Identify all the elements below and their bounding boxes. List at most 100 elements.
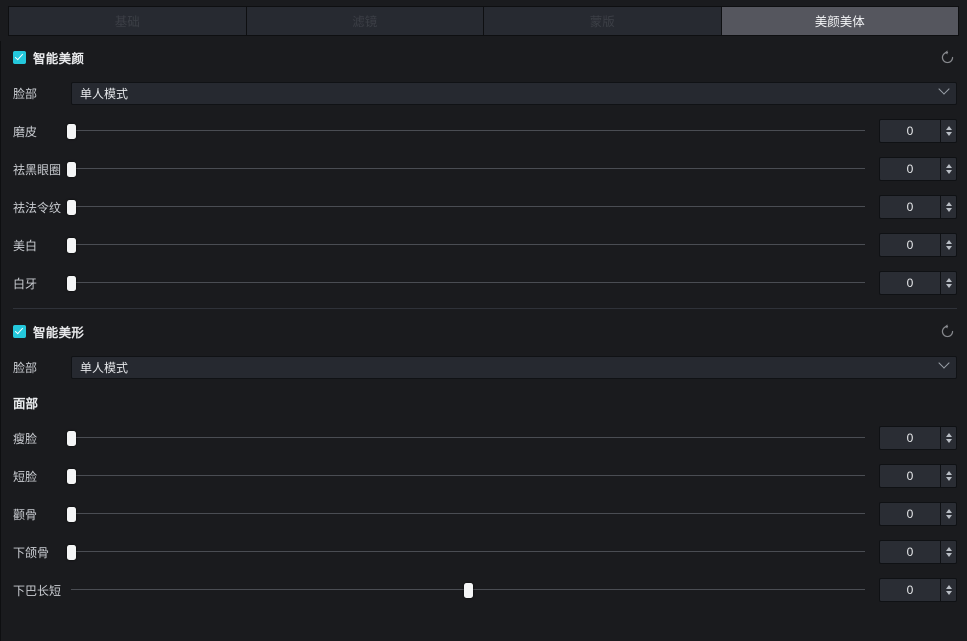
shape-face-label: 脸部 [13, 360, 38, 375]
stepper-chin-length[interactable]: 0 [879, 578, 957, 602]
chevron-up-icon[interactable] [945, 509, 952, 513]
stepper-buttons[interactable] [940, 464, 957, 488]
slider-short-face[interactable] [66, 464, 865, 488]
settings-scroll-area[interactable]: 智能美颜 脸部 单人模式 磨皮 0 祛黑眼圈 0 祛法令纹 0 美白 0 白牙 … [0, 41, 967, 641]
reset-icon[interactable] [937, 322, 957, 342]
tab-basic[interactable]: 基础 [8, 6, 246, 36]
stepper-value[interactable]: 0 [879, 195, 940, 219]
slider-row: 祛黑眼圈 0 [1, 150, 967, 188]
tab-beauty-body[interactable]: 美颜美体 [720, 6, 959, 36]
chevron-down-icon[interactable] [945, 208, 952, 212]
chevron-up-icon[interactable] [945, 164, 952, 168]
stepper-buttons[interactable] [940, 540, 957, 564]
beauty-face-mode-select[interactable]: 单人模式 [71, 81, 957, 105]
beauty-face-label: 脸部 [13, 86, 38, 101]
stepper-buttons[interactable] [940, 233, 957, 257]
stepper-slim-face[interactable]: 0 [879, 426, 957, 450]
chevron-down-icon[interactable] [945, 439, 952, 443]
chevron-down-icon[interactable] [945, 553, 952, 557]
stepper-value[interactable]: 0 [879, 119, 940, 143]
stepper-whiten[interactable]: 0 [879, 233, 957, 257]
slider-whiten[interactable] [66, 233, 865, 257]
chevron-down-icon[interactable] [945, 515, 952, 519]
stepper-buttons[interactable] [940, 157, 957, 181]
tab-mask[interactable]: 蒙版 [483, 6, 721, 36]
chevron-down-icon[interactable] [945, 132, 952, 136]
smart-beauty-header: 智能美颜 [1, 41, 967, 74]
smart-shape-checkbox[interactable] [13, 325, 26, 338]
slider-chin-length[interactable] [71, 578, 865, 602]
chevron-up-icon[interactable] [945, 471, 952, 475]
shape-face-mode-value: 单人模式 [80, 360, 129, 375]
slider-dark-circles[interactable] [66, 157, 865, 181]
slider-knob[interactable] [66, 199, 76, 215]
stepper-value[interactable]: 0 [879, 426, 940, 450]
slider-row: 白牙 0 [1, 264, 967, 302]
chevron-down-icon[interactable] [945, 284, 952, 288]
slider-mopi[interactable] [66, 119, 865, 143]
slider-label-whiten: 美白 [13, 238, 38, 253]
chevron-up-icon[interactable] [945, 278, 952, 282]
stepper-dark-circles[interactable]: 0 [879, 157, 957, 181]
chevron-up-icon[interactable] [945, 240, 952, 244]
chevron-down-icon[interactable] [945, 591, 952, 595]
shape-face-mode-row: 脸部 单人模式 [1, 348, 967, 386]
reset-icon[interactable] [937, 48, 957, 68]
slider-knob[interactable] [66, 468, 76, 484]
stepper-value[interactable]: 0 [879, 157, 940, 181]
stepper-value[interactable]: 0 [879, 578, 940, 602]
stepper-buttons[interactable] [940, 502, 957, 526]
chevron-down-icon[interactable] [945, 477, 952, 481]
stepper-buttons[interactable] [940, 426, 957, 450]
slider-knob[interactable] [66, 161, 76, 177]
tab-bar: 基础 滤镜 蒙版 美颜美体 [0, 0, 967, 41]
slider-knob[interactable] [66, 506, 76, 522]
chevron-up-icon[interactable] [945, 126, 952, 130]
slider-track [71, 168, 865, 169]
stepper-value[interactable]: 0 [879, 540, 940, 564]
slider-label-short-face: 短脸 [13, 469, 38, 484]
slider-nasolabial[interactable] [66, 195, 865, 219]
beauty-face-mode-row: 脸部 单人模式 [1, 74, 967, 112]
slider-knob[interactable] [66, 123, 76, 139]
stepper-short-face[interactable]: 0 [879, 464, 957, 488]
stepper-mopi[interactable]: 0 [879, 119, 957, 143]
stepper-buttons[interactable] [940, 271, 957, 295]
stepper-value[interactable]: 0 [879, 233, 940, 257]
chevron-up-icon[interactable] [945, 202, 952, 206]
slider-teeth[interactable] [66, 271, 865, 295]
chevron-up-icon[interactable] [945, 433, 952, 437]
slider-knob[interactable] [66, 237, 76, 253]
slider-row: 磨皮 0 [1, 112, 967, 150]
slider-track [71, 551, 865, 552]
stepper-teeth[interactable]: 0 [879, 271, 957, 295]
slider-label-cheekbone: 颧骨 [13, 507, 38, 522]
slider-slim-face[interactable] [66, 426, 865, 450]
stepper-jawbone[interactable]: 0 [879, 540, 957, 564]
slider-knob[interactable] [66, 430, 76, 446]
slider-jawbone[interactable] [66, 540, 865, 564]
chevron-up-icon[interactable] [945, 585, 952, 589]
chevron-down-icon[interactable] [945, 170, 952, 174]
slider-knob[interactable] [463, 582, 473, 598]
slider-knob[interactable] [66, 544, 76, 560]
slider-track [71, 244, 865, 245]
stepper-value[interactable]: 0 [879, 464, 940, 488]
stepper-value[interactable]: 0 [879, 502, 940, 526]
chevron-down-icon [938, 357, 950, 369]
stepper-value[interactable]: 0 [879, 271, 940, 295]
chevron-up-icon[interactable] [945, 547, 952, 551]
stepper-cheekbone[interactable]: 0 [879, 502, 957, 526]
stepper-nasolabial[interactable]: 0 [879, 195, 957, 219]
smart-beauty-checkbox[interactable] [13, 51, 26, 64]
slider-label-mopi: 磨皮 [13, 124, 38, 139]
slider-label-jawbone: 下颌骨 [13, 545, 50, 560]
tab-filter[interactable]: 滤镜 [245, 6, 483, 36]
slider-cheekbone[interactable] [66, 502, 865, 526]
stepper-buttons[interactable] [940, 119, 957, 143]
chevron-down-icon[interactable] [945, 246, 952, 250]
shape-face-mode-select[interactable]: 单人模式 [71, 355, 957, 379]
stepper-buttons[interactable] [940, 195, 957, 219]
slider-knob[interactable] [66, 275, 76, 291]
stepper-buttons[interactable] [940, 578, 957, 602]
